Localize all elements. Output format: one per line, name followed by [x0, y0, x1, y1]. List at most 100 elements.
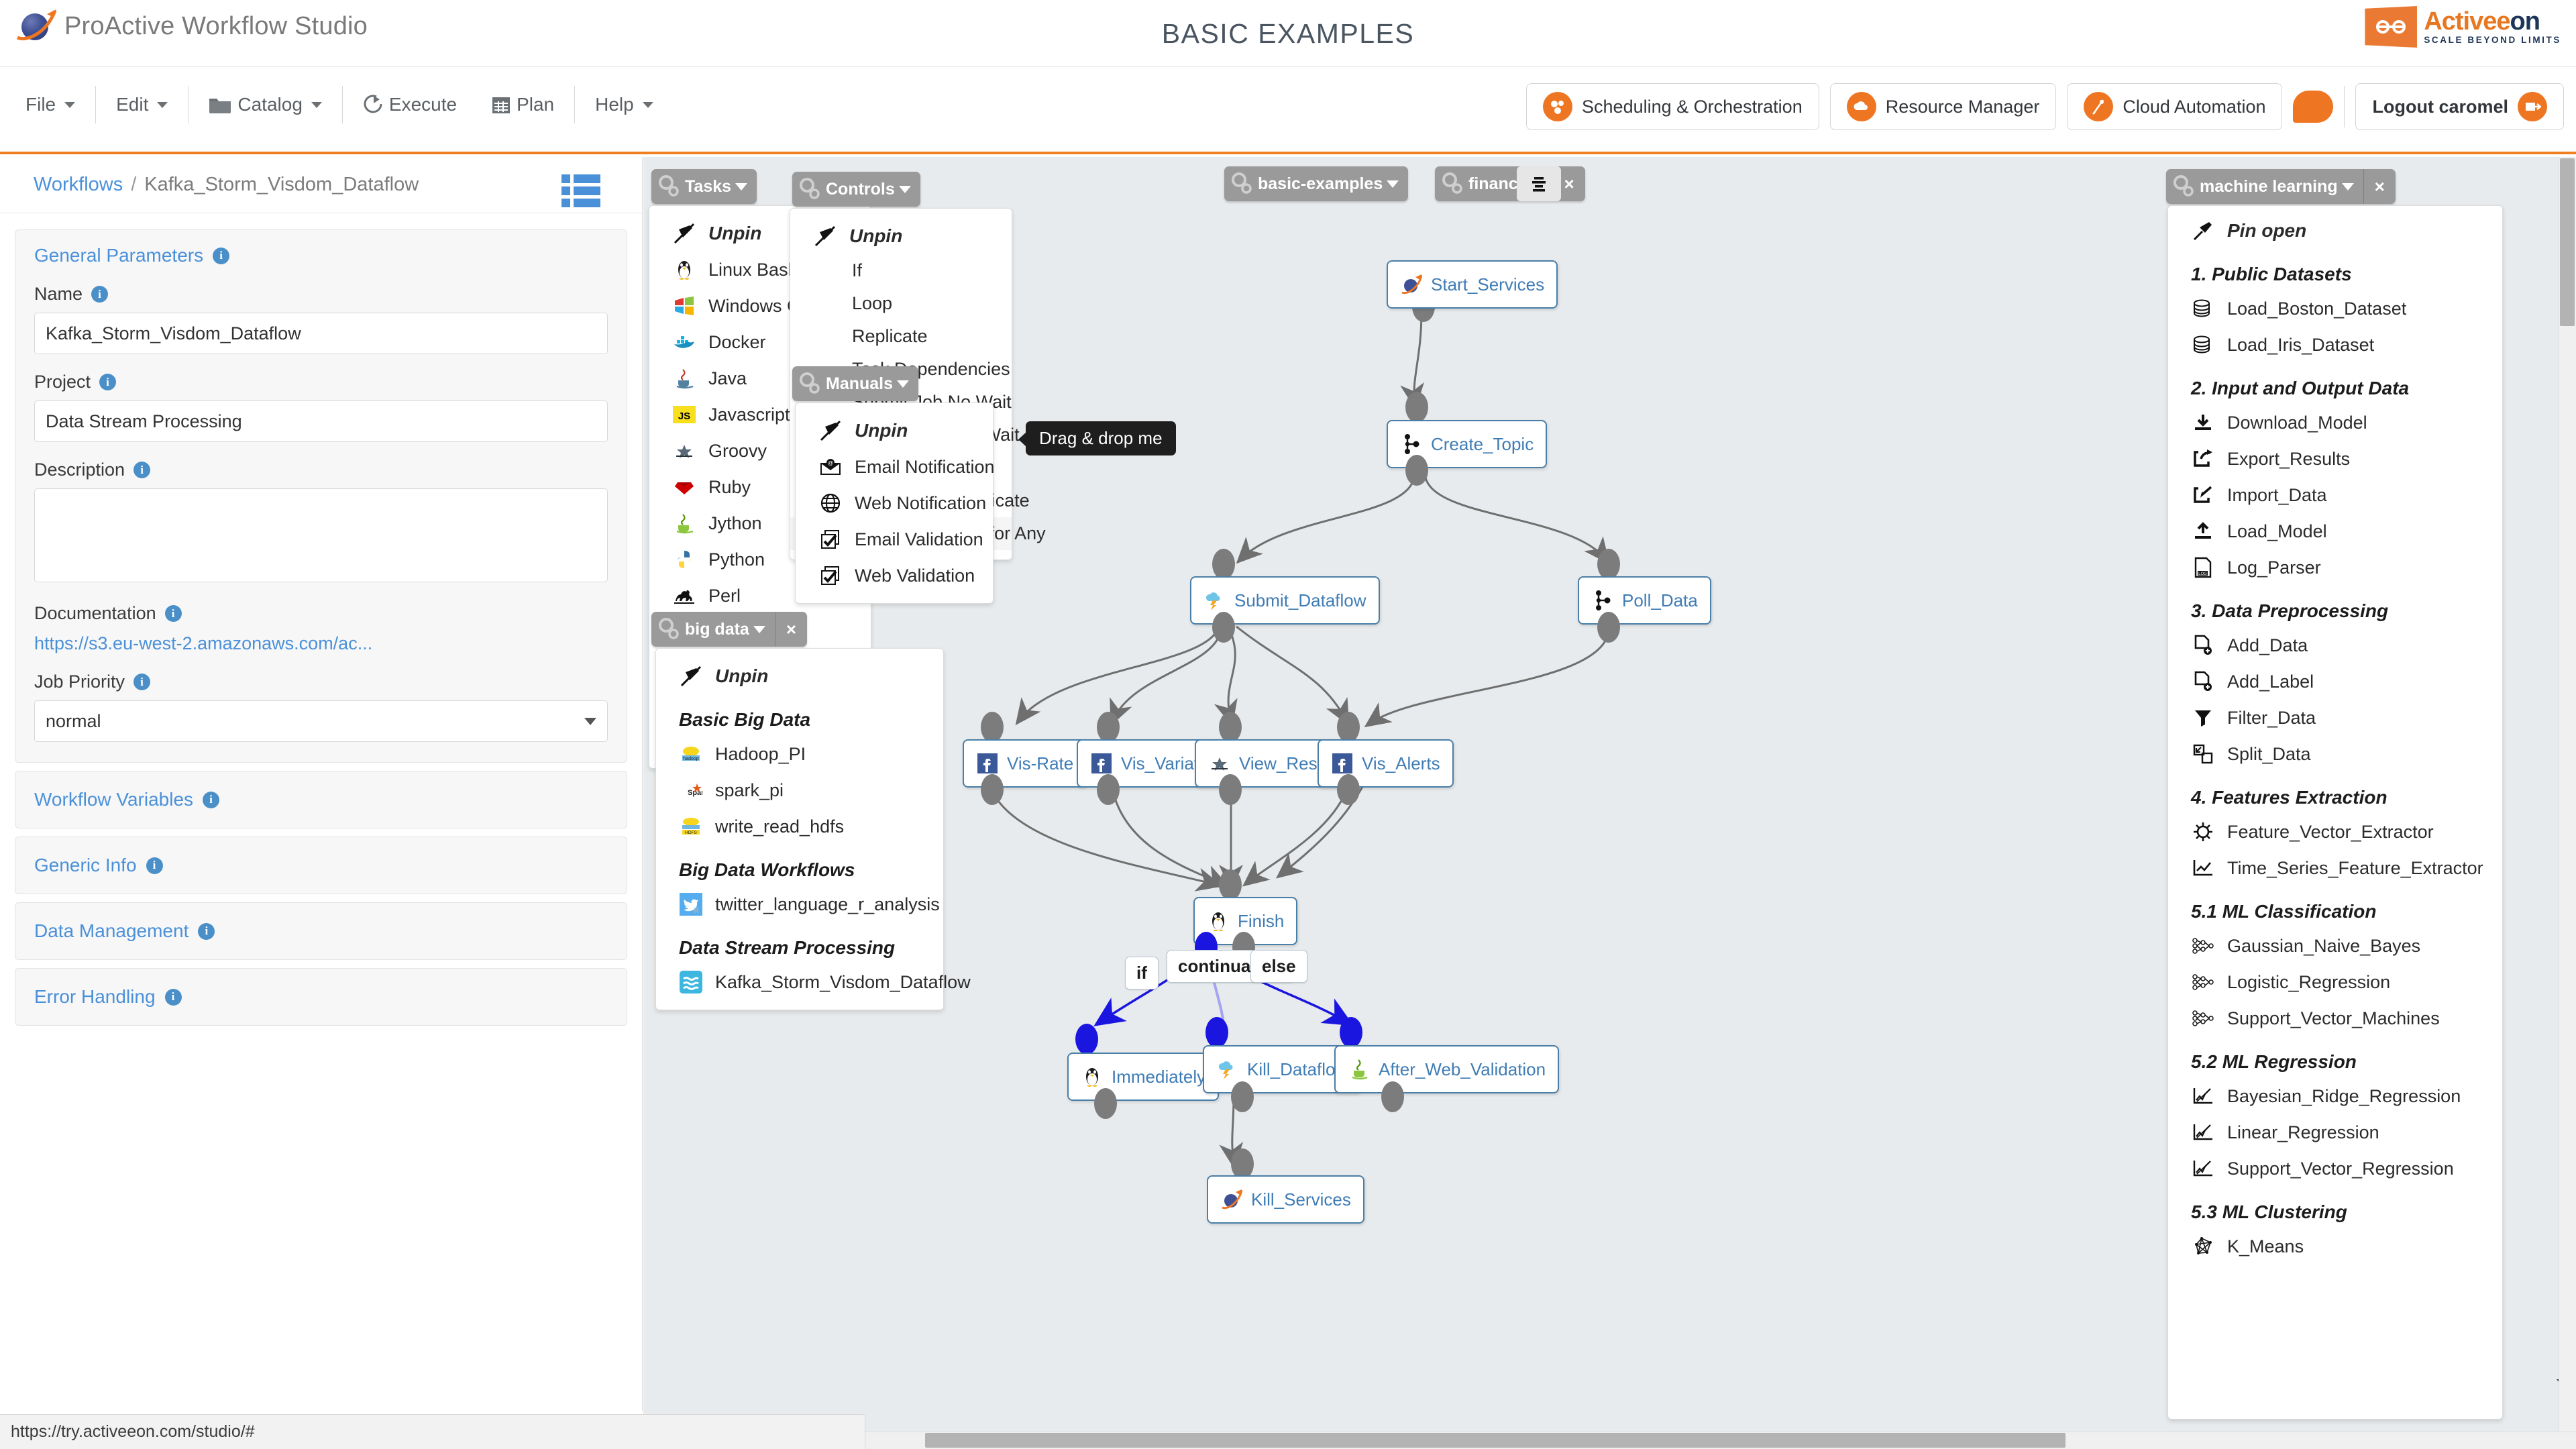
node-port[interactable]: [1337, 774, 1360, 805]
node-vis-rate[interactable]: Vis-Rate: [963, 739, 1087, 788]
workflow-canvas[interactable]: Tasks Unpin Linux Bash Windows Cmd Docke…: [643, 157, 2576, 1449]
logout-button[interactable]: Logout caromel: [2355, 83, 2564, 130]
palette-item-add-label[interactable]: Add_Label: [2168, 663, 2502, 700]
canvas-horizontal-scrollbar[interactable]: [643, 1432, 2576, 1449]
canvas-vertical-scrollbar[interactable]: [2559, 157, 2576, 1449]
info-icon[interactable]: i: [164, 988, 182, 1006]
node-port[interactable]: [1597, 549, 1620, 580]
error-handling-section[interactable]: Error Handling i: [15, 968, 627, 1026]
info-icon[interactable]: i: [164, 605, 182, 622]
node-port[interactable]: [1405, 392, 1428, 423]
palette-item-hadoop-pi[interactable]: hadoop Hadoop_PI: [656, 736, 943, 772]
palette-item-twitter-language-r-analysis[interactable]: Rtwitter_language_r_analysis: [656, 886, 943, 922]
info-icon[interactable]: i: [99, 374, 117, 390]
palette-item-feature-vector-extractor[interactable]: Feature_Vector_Extractor: [2168, 814, 2502, 850]
palette-item-web-notification[interactable]: Web Notification: [796, 485, 993, 521]
manuals-palette-tab[interactable]: Manuals: [792, 366, 919, 401]
palette-item-logistic-regression[interactable]: Logistic_Regression: [2168, 964, 2502, 1000]
info-icon[interactable]: i: [146, 857, 163, 874]
node-port[interactable]: [1094, 1088, 1117, 1119]
node-kill-services[interactable]: Kill_Services: [1207, 1175, 1364, 1224]
menu-file[interactable]: File: [8, 87, 93, 122]
palette-item-support-vector-machines[interactable]: Support_Vector_Machines: [2168, 1000, 2502, 1036]
palette-item-time-series-feature-extractor[interactable]: Time_Series_Feature_Extractor: [2168, 850, 2502, 886]
info-icon[interactable]: i: [133, 462, 151, 478]
node-port[interactable]: [1075, 1024, 1098, 1055]
info-icon[interactable]: i: [203, 791, 220, 808]
node-after-web-validation[interactable]: After_Web_Validation: [1334, 1045, 1560, 1093]
node-port[interactable]: [981, 712, 1004, 743]
palette-item-filter-data[interactable]: Filter_Data: [2168, 700, 2502, 736]
manuals-unpin-item[interactable]: Unpin: [796, 413, 993, 449]
resource-manager-button[interactable]: Resource Manager: [1829, 83, 2057, 130]
node-port[interactable]: [1219, 869, 1242, 900]
node-port[interactable]: [1219, 712, 1242, 743]
node-start-services[interactable]: Start_Services: [1387, 260, 1558, 309]
menu-execute[interactable]: Execute: [345, 87, 474, 122]
palette-item-add-data[interactable]: Add_Data: [2168, 627, 2502, 663]
breadcrumb-workflows-link[interactable]: Workflows: [34, 174, 123, 196]
node-port[interactable]: [1231, 1081, 1254, 1112]
project-input[interactable]: [34, 400, 608, 442]
node-vis-alerts[interactable]: Vis_Alerts: [1318, 739, 1454, 788]
palette-item-load-model[interactable]: Load_Model: [2168, 513, 2502, 549]
palette-item-log-parser[interactable]: LOG Log_Parser: [2168, 549, 2502, 586]
node-port[interactable]: [981, 774, 1004, 805]
palette-item-spark-pi[interactable]: Spark spark_pi: [656, 772, 943, 808]
menu-edit[interactable]: Edit: [99, 87, 185, 122]
controls-unpin-item[interactable]: Unpin: [790, 218, 1012, 254]
menu-plan[interactable]: Plan: [474, 87, 572, 122]
documentation-link[interactable]: https://s3.eu-west-2.amazonaws.com/ac...: [34, 633, 608, 654]
scheduling-orchestration-button[interactable]: Scheduling & Orchestration: [1526, 83, 1819, 130]
description-textarea[interactable]: [34, 488, 608, 582]
cloud-automation-button[interactable]: Cloud Automation: [2067, 83, 2283, 130]
palette-item-write-read-hdfs[interactable]: HDFS write_read_hdfs: [656, 808, 943, 845]
palette-item-loop[interactable]: Loop: [790, 287, 1012, 320]
node-port[interactable]: [1205, 1017, 1228, 1048]
auto-layout-button[interactable]: [1517, 166, 1561, 201]
node-port[interactable]: [1381, 1081, 1404, 1112]
general-parameters-title[interactable]: General Parameters i: [34, 245, 608, 266]
node-immediately[interactable]: Immediately: [1067, 1053, 1220, 1101]
node-port[interactable]: [1219, 774, 1242, 805]
palette-item-load-boston-dataset[interactable]: Load_Boston_Dataset: [2168, 290, 2502, 327]
menu-help[interactable]: Help: [578, 87, 671, 122]
palette-item-download-model[interactable]: Download_Model: [2168, 405, 2502, 441]
node-port[interactable]: [1212, 612, 1235, 643]
palette-item-kafka-storm-visdom-dataflow[interactable]: Kafka_Storm_Visdom_Dataflow: [656, 964, 971, 1000]
palette-item-web-validation[interactable]: Web Validation: [796, 557, 993, 594]
palette-item-gaussian-naive-bayes[interactable]: Gaussian_Naive_Bayes: [2168, 928, 2502, 964]
data-management-section[interactable]: Data Management i: [15, 902, 627, 960]
info-icon[interactable]: i: [91, 286, 109, 303]
palette-item-replicate[interactable]: Replicate: [790, 320, 1012, 353]
job-priority-select[interactable]: normal: [34, 700, 608, 742]
name-input[interactable]: [34, 313, 608, 354]
palette-item-export-results[interactable]: Export_Results: [2168, 441, 2502, 477]
node-port[interactable]: [1340, 1017, 1362, 1048]
catalog-tab-basic-examples[interactable]: basic-examples: [1224, 166, 1409, 201]
node-poll-data[interactable]: Poll_Data: [1578, 576, 1711, 625]
palette-item-load-iris-dataset[interactable]: Load_Iris_Dataset: [2168, 327, 2502, 363]
canvas-horizontal-scroll-thumb[interactable]: [925, 1433, 2065, 1448]
menu-catalog[interactable]: Catalog: [191, 87, 339, 122]
canvas-vertical-scroll-thumb[interactable]: [2560, 158, 2575, 326]
info-icon[interactable]: i: [133, 674, 151, 690]
palette-item-bayesian-ridge-regression[interactable]: Bayesian_Ridge_Regression: [2168, 1078, 2502, 1114]
palette-item-linear-regression[interactable]: Linear_Regression: [2168, 1114, 2502, 1150]
close-icon[interactable]: ×: [775, 619, 807, 640]
node-port[interactable]: [1337, 712, 1360, 743]
palette-item-email-validation[interactable]: Email Validation: [796, 521, 993, 557]
workflow-variables-section[interactable]: Workflow Variables i: [15, 771, 627, 828]
node-port[interactable]: [1097, 712, 1120, 743]
ml-pin-open-item[interactable]: Pin open: [2168, 213, 2502, 249]
controls-palette-tab[interactable]: Controls: [792, 172, 920, 207]
palette-item-k-means[interactable]: K_Means: [2168, 1228, 2502, 1265]
palette-item-support-vector-regression[interactable]: Support_Vector_Regression: [2168, 1150, 2502, 1187]
node-port[interactable]: [1097, 774, 1120, 805]
node-port[interactable]: [1405, 455, 1428, 486]
info-icon[interactable]: i: [198, 922, 215, 940]
generic-info-section[interactable]: Generic Info i: [15, 837, 627, 894]
node-port[interactable]: [1597, 612, 1620, 643]
chat-bubble-icon[interactable]: [2293, 91, 2334, 123]
node-port[interactable]: [1212, 549, 1235, 580]
